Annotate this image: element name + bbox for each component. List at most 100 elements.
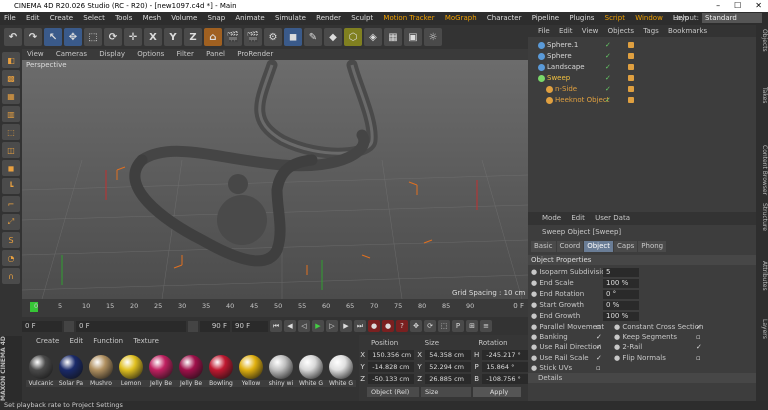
object-row[interactable]: Sphere.1 ✓ (528, 40, 756, 51)
visibility-check[interactable]: ✓ (605, 40, 611, 51)
magnet-icon[interactable]: ∩ (2, 268, 20, 284)
x-axis-button[interactable]: X (144, 28, 162, 46)
next-key-icon[interactable]: ▶ (340, 320, 352, 332)
viewport-menu-panel[interactable]: Panel (206, 50, 225, 58)
attr-menu-mode[interactable]: Mode (542, 214, 561, 222)
object-row[interactable]: Sweep ✓ (528, 73, 756, 84)
menu-motion-tracker[interactable]: Motion Tracker (383, 14, 434, 22)
menu-sculpt[interactable]: Sculpt (351, 14, 373, 22)
obj-menu-bookmarks[interactable]: Bookmarks (668, 27, 707, 35)
tag-icon[interactable] (628, 64, 634, 70)
key-position-icon[interactable]: ✥ (410, 320, 422, 332)
camera-icon[interactable]: ▣ (404, 28, 422, 46)
material-swatch[interactable]: Yellow (236, 355, 266, 387)
position-field[interactable]: -14.828 cm (368, 361, 414, 372)
frame-stepper[interactable] (64, 320, 74, 332)
tag-icon[interactable] (628, 86, 634, 92)
tag-icon[interactable] (628, 75, 634, 81)
object-row[interactable]: n-Side ✓ (528, 84, 756, 95)
material-swatch[interactable]: Lemon (116, 355, 146, 387)
attr-field-value[interactable]: 100 % (603, 279, 639, 288)
coord-system-icon[interactable]: ⌂ (204, 28, 222, 46)
play-icon[interactable]: ▶ (312, 320, 324, 332)
material-swatch[interactable]: Jelly Be (146, 355, 176, 387)
key-pla-icon[interactable]: ⊞ (466, 320, 478, 332)
position-field[interactable]: 150.356 cm (368, 349, 414, 360)
side-tab[interactable]: Structure (756, 203, 768, 231)
move-icon[interactable]: ✥ (64, 28, 82, 46)
close-button[interactable]: ✕ (755, 0, 762, 12)
position-field[interactable]: -50.133 cm (368, 373, 414, 384)
material-swatch[interactable]: Solar Pa (56, 355, 86, 387)
edges-mode-icon[interactable]: ◫ (2, 142, 20, 158)
tab-caps[interactable]: Caps (614, 241, 638, 252)
cube-icon[interactable]: ◼ (284, 28, 302, 46)
attr-menu-user-data[interactable]: User Data (595, 214, 630, 222)
menu-animate[interactable]: Animate (235, 14, 264, 22)
3d-viewport[interactable] (21, 59, 529, 300)
menu-file[interactable]: File (4, 14, 16, 22)
array-icon[interactable]: ⬡ (344, 28, 362, 46)
material-swatch[interactable]: White G (296, 355, 326, 387)
redo-icon[interactable]: ↷ (24, 28, 42, 46)
obj-menu-objects[interactable]: Objects (608, 27, 634, 35)
y-axis-button[interactable]: Y (164, 28, 182, 46)
side-tab[interactable]: Attributes (756, 261, 768, 291)
lock-workplane-icon[interactable]: ◔ (2, 250, 20, 266)
prev-key-icon[interactable]: ◀ (284, 320, 296, 332)
layout-dropdown[interactable]: Standard (702, 13, 762, 23)
viewport-menu-filter[interactable]: Filter (177, 50, 194, 58)
key-scale-icon[interactable]: ⬚ (438, 320, 450, 332)
obj-menu-file[interactable]: File (538, 27, 550, 35)
start-frame-field[interactable]: 0 F (76, 320, 186, 332)
menu-snap[interactable]: Snap (208, 14, 226, 22)
visibility-check[interactable]: ✓ (605, 73, 611, 84)
undo-icon[interactable]: ↶ (4, 28, 22, 46)
go-start-icon[interactable]: ⏮ (270, 320, 282, 332)
environment-icon[interactable]: ▦ (384, 28, 402, 46)
coord-size-dropdown[interactable]: Size (421, 386, 471, 397)
details-section[interactable]: Details (528, 373, 756, 383)
light-icon[interactable]: ☼ (424, 28, 442, 46)
go-end-icon[interactable]: ⏭ (354, 320, 366, 332)
tab-basic[interactable]: Basic (531, 241, 556, 252)
tag-icon[interactable] (628, 53, 634, 59)
timeline-menu-icon[interactable]: ≡ (480, 320, 492, 332)
menu-tools[interactable]: Tools (115, 14, 132, 22)
material-swatch[interactable]: White G (326, 355, 356, 387)
menu-render[interactable]: Render (316, 14, 341, 22)
material-swatch[interactable]: Jelly Be (176, 355, 206, 387)
maximize-button[interactable]: ☐ (734, 0, 741, 12)
render-view-icon[interactable]: 🎬 (224, 28, 242, 46)
tab-object[interactable]: Object (584, 241, 614, 252)
key-rotation-icon[interactable]: ⟳ (424, 320, 436, 332)
auto-key-icon[interactable]: ● (382, 320, 394, 332)
material-swatch[interactable]: Bowling (206, 355, 236, 387)
object-row[interactable]: Heeknot Object ✓ (528, 95, 756, 106)
material-swatch[interactable]: shiny wi (266, 355, 296, 387)
menu-pipeline[interactable]: Pipeline (532, 14, 559, 22)
menu-select[interactable]: Select (83, 14, 105, 22)
tag-icon[interactable] (628, 42, 634, 48)
viewport-menu-prorender[interactable]: ProRender (237, 50, 273, 58)
timeline-ruler[interactable]: 0 5 10 15 20 25 30 35 40 45 50 55 60 65 70 75 80 85 90 0 F (22, 299, 528, 317)
viewport-menu-display[interactable]: Display (99, 50, 125, 58)
side-tab[interactable]: Layers (756, 319, 768, 339)
coord-mode-dropdown[interactable]: Object (Rel) (367, 386, 419, 397)
points-mode-icon[interactable]: ⬚ (2, 124, 20, 140)
attr-field-value[interactable]: 0 ° (603, 290, 639, 299)
rotate-icon[interactable]: ⟳ (104, 28, 122, 46)
z-axis-button[interactable]: Z (184, 28, 202, 46)
texture-mode-icon[interactable]: ▦ (2, 88, 20, 104)
material-menu-create[interactable]: Create (36, 337, 59, 345)
rotation-field[interactable]: -245.217 ° (482, 349, 528, 360)
scale-icon[interactable]: ⬚ (84, 28, 102, 46)
attr-field-value[interactable]: 5 (603, 268, 639, 277)
current-frame-field[interactable]: 0 F (22, 320, 62, 332)
material-menu-function[interactable]: Function (93, 337, 123, 345)
viewport-menu-options[interactable]: Options (137, 50, 164, 58)
record-keys-icon[interactable]: ● (368, 320, 380, 332)
key-param-icon[interactable]: P (452, 320, 464, 332)
menu-window[interactable]: Window (635, 14, 663, 22)
obj-menu-tags[interactable]: Tags (643, 27, 659, 35)
